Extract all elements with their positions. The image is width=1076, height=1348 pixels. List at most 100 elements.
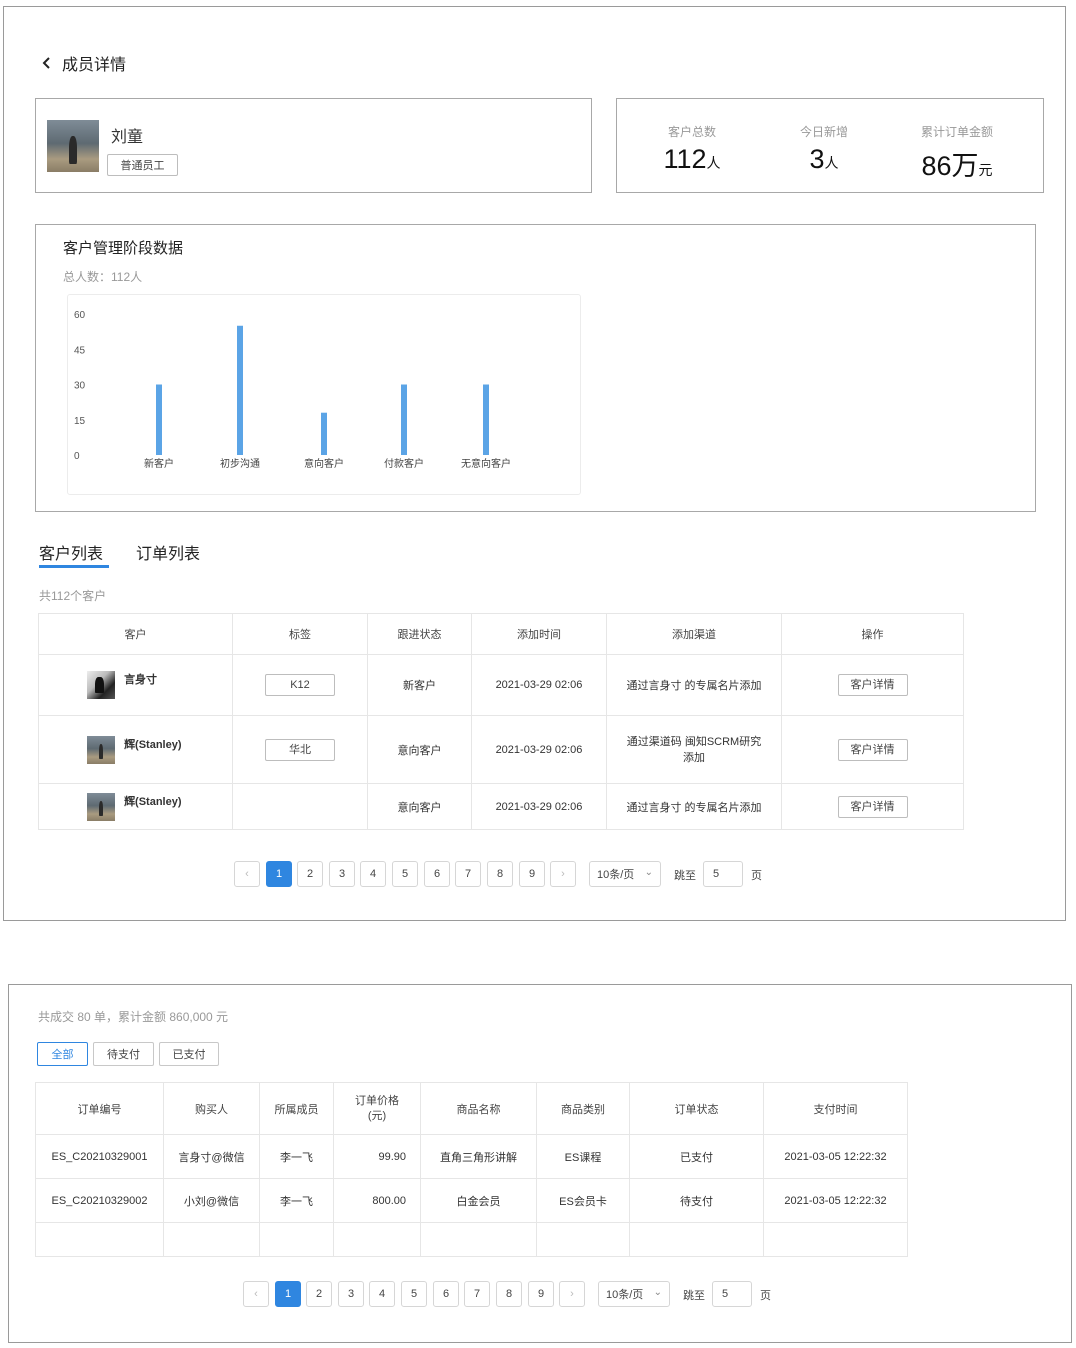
channel-cell: 通过渠道码 闽知SCRM研究 添加 bbox=[606, 715, 782, 784]
time-cell: 2021-03-29 02:06 bbox=[471, 783, 607, 830]
filter-all-button[interactable]: 全部 bbox=[37, 1042, 88, 1066]
customer-table: 客户 标签 跟进状态 添加时间 添加渠道 操作 言身寸 K12 新客户 2021… bbox=[38, 613, 964, 830]
profile-card: 刘童 普通员工 bbox=[35, 98, 592, 193]
channel-cell: 通过言身寸 的专属名片添加 bbox=[606, 654, 782, 716]
chevron-down-icon: ⌄ bbox=[653, 1287, 662, 1298]
role-badge: 普通员工 bbox=[107, 154, 178, 176]
page-button-4[interactable]: 4 bbox=[360, 861, 386, 887]
page-size-select[interactable]: 10条/页 ⌄ bbox=[589, 861, 661, 887]
page-button-1[interactable]: 1 bbox=[266, 861, 292, 887]
page-button-9[interactable]: 9 bbox=[528, 1281, 554, 1307]
status-cell: 意向客户 bbox=[367, 783, 472, 830]
page-button-8[interactable]: 8 bbox=[487, 861, 513, 887]
page-button-5[interactable]: 5 bbox=[392, 861, 418, 887]
action-cell: 客户详情 bbox=[781, 715, 964, 784]
page-button-4[interactable]: 4 bbox=[369, 1281, 395, 1307]
stats-card: 客户总数 112人 今日新增 3人 累计订单金额 86万元 bbox=[616, 98, 1044, 193]
x-tick-label: 意向客户 bbox=[304, 457, 344, 470]
page-button-7[interactable]: 7 bbox=[455, 861, 481, 887]
order-summary: 共成交 80 单，累计金额 860,000 元 bbox=[38, 1010, 229, 1024]
bar bbox=[237, 325, 243, 455]
status-cell: 已支付 bbox=[629, 1134, 764, 1179]
page-button-7[interactable]: 7 bbox=[464, 1281, 490, 1307]
order-pagination: ‹ 1 2 3 4 5 6 7 8 9 › 10条/页 ⌄ 跳至 5 页 bbox=[243, 1281, 803, 1307]
customer-pagination: ‹ 1 2 3 4 5 6 7 8 9 › 10条/页 ⌄ 跳至 5 页 bbox=[234, 861, 794, 887]
jump-page-input[interactable]: 5 bbox=[712, 1281, 752, 1307]
tab-label: 订单列表 bbox=[136, 546, 201, 563]
page-button-8[interactable]: 8 bbox=[496, 1281, 522, 1307]
customer-name: 辉(Stanley) bbox=[124, 795, 182, 808]
paid-time-cell: 2021-03-05 12:22:32 bbox=[763, 1134, 908, 1179]
action-cell: 客户详情 bbox=[781, 783, 964, 830]
column-header: 购买人 bbox=[163, 1082, 260, 1135]
customer-tag: 华北 bbox=[265, 738, 335, 761]
chevron-left-icon bbox=[42, 57, 50, 69]
customer-name: 言身寸 bbox=[124, 674, 158, 686]
paid-time-cell: 2021-03-05 12:22:32 bbox=[763, 1178, 908, 1223]
chevron-down-icon: ⌄ bbox=[644, 867, 653, 878]
status-cell: 意向客户 bbox=[367, 715, 472, 784]
page-button-3[interactable]: 3 bbox=[338, 1281, 364, 1307]
column-header: 添加渠道 bbox=[606, 613, 782, 655]
customer-detail-button[interactable]: 客户详情 bbox=[837, 795, 908, 818]
jump-page-input[interactable]: 5 bbox=[703, 861, 743, 887]
table-row: 辉(Stanley) 意向客户 2021-03-29 02:06 通过言身寸 的… bbox=[38, 783, 964, 830]
stat-order-amount: 累计订单金额 86万元 bbox=[902, 123, 1012, 183]
customer-avatar bbox=[87, 792, 115, 821]
buyer-cell: 言身寸@微信 bbox=[163, 1134, 260, 1179]
bar-chart: 0 15 30 45 60 新客户 初步沟通 意向客户 付款客户 无意向客户 bbox=[74, 310, 511, 470]
customer-count: 共112个客户 bbox=[39, 589, 107, 603]
page-button-9[interactable]: 9 bbox=[519, 861, 545, 887]
back-button[interactable]: 成员详情 bbox=[40, 52, 150, 74]
next-page-button[interactable]: › bbox=[550, 861, 576, 887]
category-cell: ES课程 bbox=[536, 1134, 630, 1179]
product-cell: 白金会员 bbox=[420, 1178, 537, 1223]
customer-detail-button[interactable]: 客户详情 bbox=[837, 738, 908, 761]
next-page-button[interactable]: › bbox=[559, 1281, 585, 1307]
y-tick-label: 60 bbox=[74, 310, 86, 321]
page-button-6[interactable]: 6 bbox=[424, 861, 450, 887]
tab-label: 客户列表 bbox=[39, 546, 104, 563]
stage-total: 总人数：112人 bbox=[63, 270, 143, 284]
order-table: 订单编号 购买人 所属成员 订单价格 (元) 商品名称 商品类别 订单状态 支付… bbox=[35, 1082, 908, 1257]
page-size-select[interactable]: 10条/页 ⌄ bbox=[598, 1281, 670, 1307]
column-header: 客户 bbox=[38, 613, 233, 655]
prev-page-button[interactable]: ‹ bbox=[243, 1281, 269, 1307]
x-tick-label: 初步沟通 bbox=[220, 457, 260, 470]
tab-customer-list[interactable]: 客户列表 bbox=[39, 540, 109, 570]
y-tick-label: 30 bbox=[74, 381, 86, 392]
category-cell: ES会员卡 bbox=[536, 1178, 630, 1223]
tab-order-list[interactable]: 订单列表 bbox=[136, 540, 200, 564]
bar bbox=[156, 384, 162, 455]
column-header: 订单编号 bbox=[35, 1082, 164, 1135]
filter-unpaid-button[interactable]: 待支付 bbox=[93, 1042, 154, 1066]
column-header: 标签 bbox=[232, 613, 368, 655]
customer-cell: 言身寸 bbox=[38, 654, 233, 716]
member-name: 刘童 bbox=[111, 129, 144, 146]
page-button-2[interactable]: 2 bbox=[306, 1281, 332, 1307]
stat-label: 今日新增 bbox=[799, 125, 848, 139]
prev-page-button[interactable]: ‹ bbox=[234, 861, 260, 887]
page-button-5[interactable]: 5 bbox=[401, 1281, 427, 1307]
channel-cell: 通过言身寸 的专属名片添加 bbox=[606, 783, 782, 830]
page-title: 成员详情 bbox=[62, 57, 127, 74]
time-cell: 2021-03-29 02:06 bbox=[471, 654, 607, 716]
page-button-3[interactable]: 3 bbox=[329, 861, 355, 887]
page-button-2[interactable]: 2 bbox=[297, 861, 323, 887]
order-id-cell: ES_C20210329001 bbox=[35, 1134, 164, 1179]
y-tick-label: 15 bbox=[74, 416, 86, 427]
stat-label: 客户总数 bbox=[667, 125, 716, 139]
product-cell: 直角三角形讲解 bbox=[420, 1134, 537, 1179]
page-button-1[interactable]: 1 bbox=[275, 1281, 301, 1307]
table-row: ES_C20210329002 小刘@微信 李一飞 800.00 白金会员 ES… bbox=[35, 1178, 908, 1223]
column-header: 支付时间 bbox=[763, 1082, 908, 1135]
x-tick-label: 新客户 bbox=[144, 457, 174, 470]
filter-paid-button[interactable]: 已支付 bbox=[159, 1042, 219, 1066]
status-cell: 新客户 bbox=[367, 654, 472, 716]
table-row: 言身寸 K12 新客户 2021-03-29 02:06 通过言身寸 的专属名片… bbox=[38, 654, 964, 716]
table-row: ES_C20210329001 言身寸@微信 李一飞 99.90 直角三角形讲解… bbox=[35, 1134, 908, 1179]
customer-detail-button[interactable]: 客户详情 bbox=[837, 674, 908, 696]
tab-active-indicator bbox=[39, 565, 109, 568]
page-button-6[interactable]: 6 bbox=[433, 1281, 459, 1307]
y-tick-label: 45 bbox=[74, 345, 86, 356]
